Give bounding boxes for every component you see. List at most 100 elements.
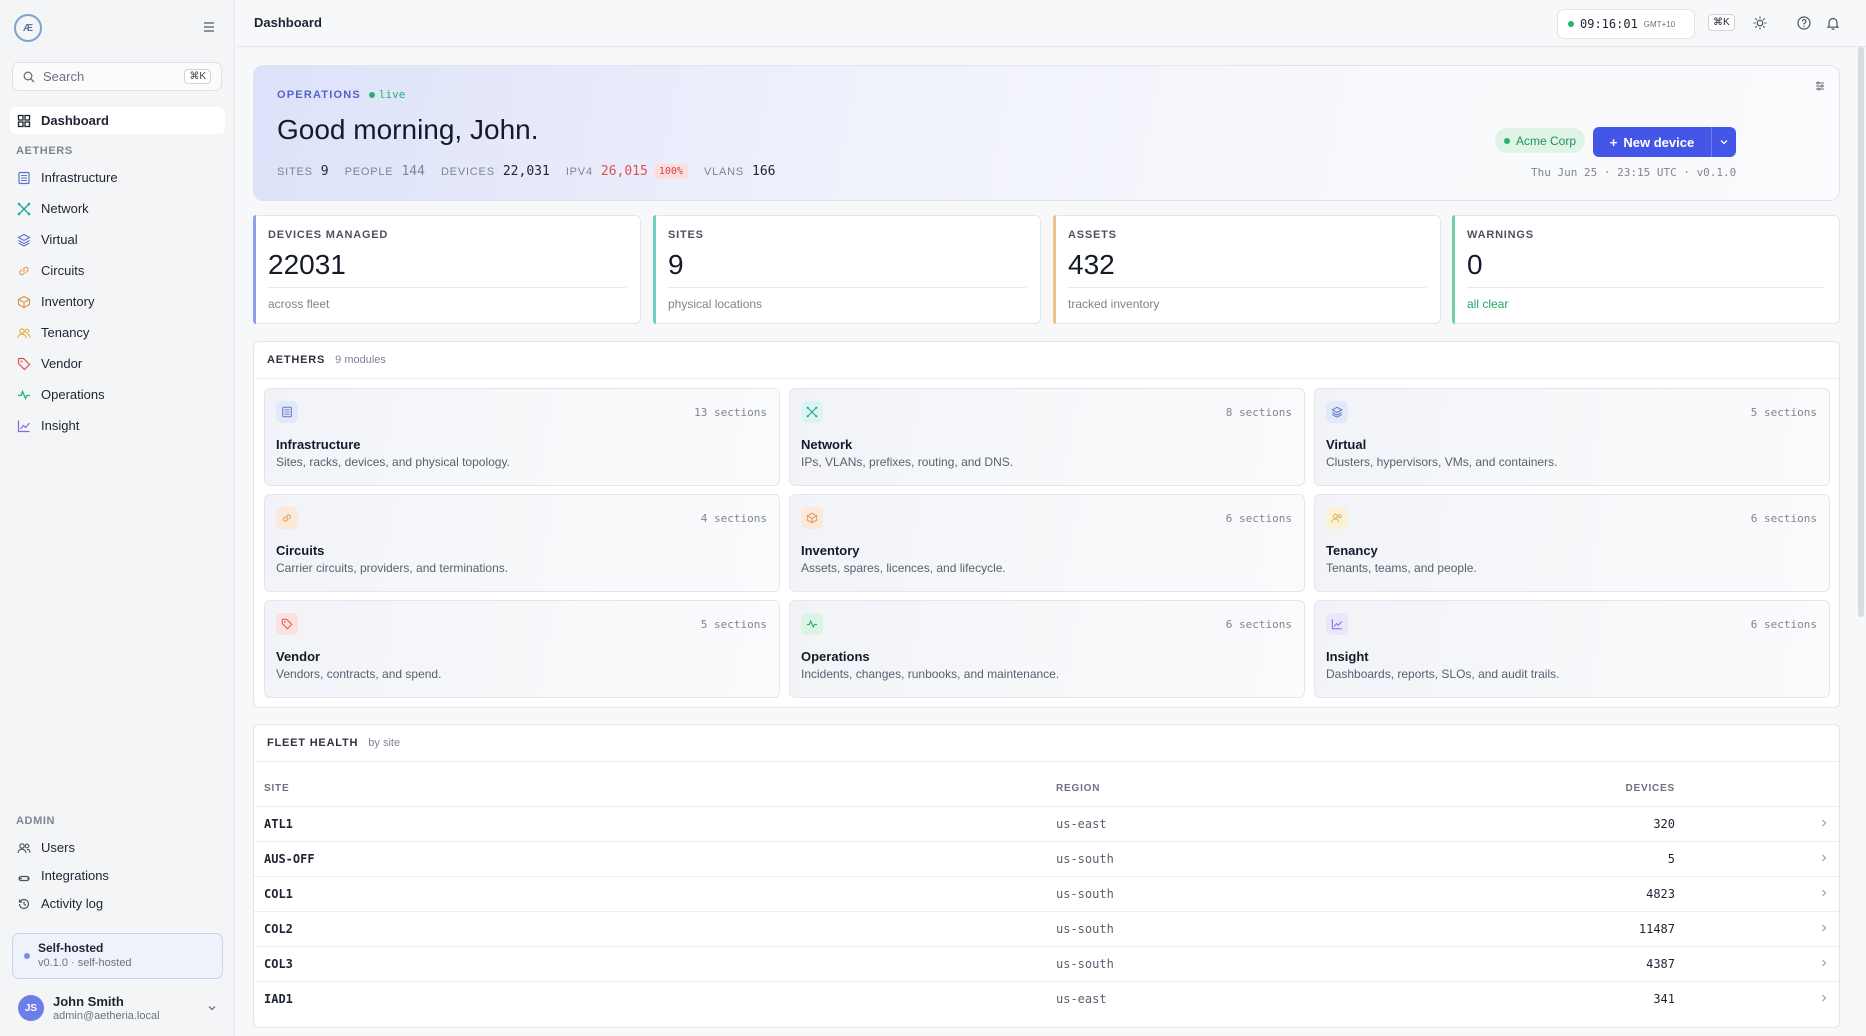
search-input[interactable]: Search ⌘K (12, 62, 222, 91)
panel-title: FLEET HEALTH (267, 737, 359, 749)
aether-card-virtual[interactable]: 5 sections Virtual Clusters, hypervisors, … (1314, 388, 1830, 486)
stat-key: PEOPLE (344, 165, 394, 178)
card-title: Vendor (276, 649, 321, 664)
tenant-badge[interactable]: Acme Corp (1495, 128, 1586, 153)
users-icon (1326, 507, 1348, 529)
sidebar-item-tenancy[interactable]: Tenancy (10, 319, 225, 346)
card-title: Network (801, 437, 853, 452)
pulse-icon (801, 613, 823, 635)
kpi-assets[interactable]: ASSETS 432 tracked inventory (1053, 215, 1441, 324)
sidebar-item-insight[interactable]: Insight (10, 412, 225, 439)
kpi-devices-managed[interactable]: DEVICES MANAGED 22031 across fleet (253, 215, 641, 324)
kpi-sub: tracked inventory (1068, 297, 1160, 311)
cell-devices: 4823 (1646, 887, 1675, 901)
aether-card-inventory[interactable]: 6 sections Inventory Assets, spares, licen… (789, 494, 1305, 592)
card-description: Sites, racks, devices, and physical topo… (276, 455, 510, 469)
aether-card-tenancy[interactable]: 6 sections Tenancy Tenants, teams, and peo… (1314, 494, 1830, 592)
cell-region: us-east (1056, 992, 1107, 1006)
card-title: Inventory (801, 543, 860, 558)
box-icon (17, 295, 31, 308)
aether-card-network[interactable]: 8 sections Network IPs, VLANs, prefixes, r… (789, 388, 1305, 486)
plug-icon (18, 875, 30, 881)
hero-datetime: Thu Jun 25 · 23:15 UTC · v0.1.0 (1531, 166, 1737, 179)
history-icon (18, 898, 30, 909)
table-row[interactable]: ATL1 us-east 320 (254, 806, 1839, 841)
sidebar: Æ Search ⌘K Dashboard AETHERS Infrastruc… (0, 0, 235, 1036)
live-label: live (378, 88, 406, 101)
deployment-badge[interactable]: Self-hosted v0.1.0 · self-hosted (12, 933, 223, 979)
cell-site: COL1 (264, 887, 293, 901)
network-icon (17, 202, 31, 215)
table-row[interactable]: AUS-OFF us-south 5 (254, 841, 1839, 876)
aether-card-infrastructure[interactable]: 13 sections Infrastructure Sites, racks, d… (264, 388, 780, 486)
sidebar-item-users[interactable]: Users (10, 834, 225, 861)
panel-subtitle: by site (368, 737, 401, 749)
column-header-site[interactable]: SITE (264, 783, 289, 794)
status-dot (1568, 21, 1574, 27)
sidebar-item-label: Activity log (41, 896, 104, 911)
sidebar-item-activity-log[interactable]: Activity log (10, 890, 225, 917)
card-sections: 6 sections (1225, 512, 1292, 525)
column-header-devices[interactable]: DEVICES (1625, 783, 1675, 794)
sidebar-item-label: Vendor (41, 356, 83, 371)
sidebar-item-dashboard[interactable]: Dashboard (10, 107, 225, 134)
kpi-sites[interactable]: SITES 9 physical locations (653, 215, 1041, 324)
stat-key: IPV4 (565, 165, 593, 178)
sidebar-collapse-icon[interactable] (200, 18, 218, 36)
bell-icon[interactable] (1825, 15, 1841, 31)
layers-icon (17, 233, 31, 247)
sidebar-item-circuits[interactable]: Circuits (10, 257, 225, 284)
card-title: Circuits (276, 543, 325, 558)
card-sections: 13 sections (694, 406, 767, 419)
sidebar-item-network[interactable]: Network (10, 195, 225, 222)
cell-devices: 320 (1653, 817, 1675, 831)
theme-toggle-icon[interactable] (1752, 15, 1768, 31)
card-title: Tenancy (1326, 543, 1378, 558)
table-row[interactable]: COL3 us-south 4387 (254, 946, 1839, 981)
sidebar-item-infrastructure[interactable]: Infrastructure (10, 164, 225, 191)
sidebar-item-label: Inventory (41, 294, 95, 309)
new-device-button[interactable]: + New device (1593, 127, 1736, 157)
command-palette-button[interactable]: ⌘K (1708, 14, 1735, 31)
aether-card-circuits[interactable]: 4 sections Circuits Carrier circuits, prov… (264, 494, 780, 592)
kpi-accent (1452, 215, 1455, 324)
stat-key: VLANS (703, 165, 745, 178)
cell-site: COL3 (264, 957, 293, 971)
aether-card-operations[interactable]: 6 sections Operations Incidents, changes, … (789, 600, 1305, 698)
search-icon (23, 71, 35, 82)
table-row[interactable]: IAD1 us-east 341 (254, 981, 1839, 1016)
aether-card-vendor[interactable]: 5 sections Vendor Vendors, contracts, and … (264, 600, 780, 698)
card-title: Infrastructure (276, 437, 361, 452)
deployment-title: Self-hosted (38, 941, 104, 955)
live-dot (368, 91, 375, 98)
plus-icon: + (1609, 134, 1618, 150)
hero-stats: SITES 9 PEOPLE 144 DEVICES 22,031 IPV4 2… (277, 164, 776, 179)
nav-group-aethers: AETHERS (16, 145, 73, 157)
sidebar-item-inventory[interactable]: Inventory (10, 288, 225, 315)
aether-card-insight[interactable]: 6 sections Insight Dashboards, reports, SL… (1314, 600, 1830, 698)
table-row[interactable]: COL2 us-south 11487 (254, 911, 1839, 946)
card-title: Insight (1326, 649, 1369, 664)
box-icon (801, 507, 823, 529)
deployment-version: v0.1.0 · self-hosted (38, 957, 132, 969)
table-row[interactable]: COL1 us-south 4823 (254, 876, 1839, 911)
kpi-warnings[interactable]: WARNINGS 0 all clear (1452, 215, 1840, 324)
sidebar-item-integrations[interactable]: Integrations (10, 862, 225, 889)
new-device-dropdown[interactable] (1711, 127, 1736, 157)
clock-time: 09:16:01 (1580, 17, 1638, 31)
app-logo[interactable]: Æ (14, 14, 42, 42)
sidebar-item-label: Dashboard (41, 113, 109, 128)
sidebar-item-virtual[interactable]: Virtual (10, 226, 225, 253)
chevron-right-icon (1819, 958, 1829, 968)
operations-hero: OPERATIONS live Good morning, John. SITE… (253, 65, 1840, 201)
clock-widget[interactable]: 09:16:01 GMT+10 (1557, 9, 1695, 39)
kpi-value: 9 (668, 249, 684, 280)
column-header-region[interactable]: REGION (1056, 783, 1100, 794)
sidebar-item-vendor[interactable]: Vendor (10, 350, 225, 377)
page-scrollbar[interactable] (1858, 47, 1864, 617)
customize-icon[interactable] (1814, 80, 1826, 92)
sidebar-item-operations[interactable]: Operations (10, 381, 225, 408)
users-icon (17, 327, 31, 338)
user-menu[interactable]: JS John Smith admin@aetheria.local (12, 988, 223, 1028)
help-icon[interactable] (1796, 15, 1812, 31)
